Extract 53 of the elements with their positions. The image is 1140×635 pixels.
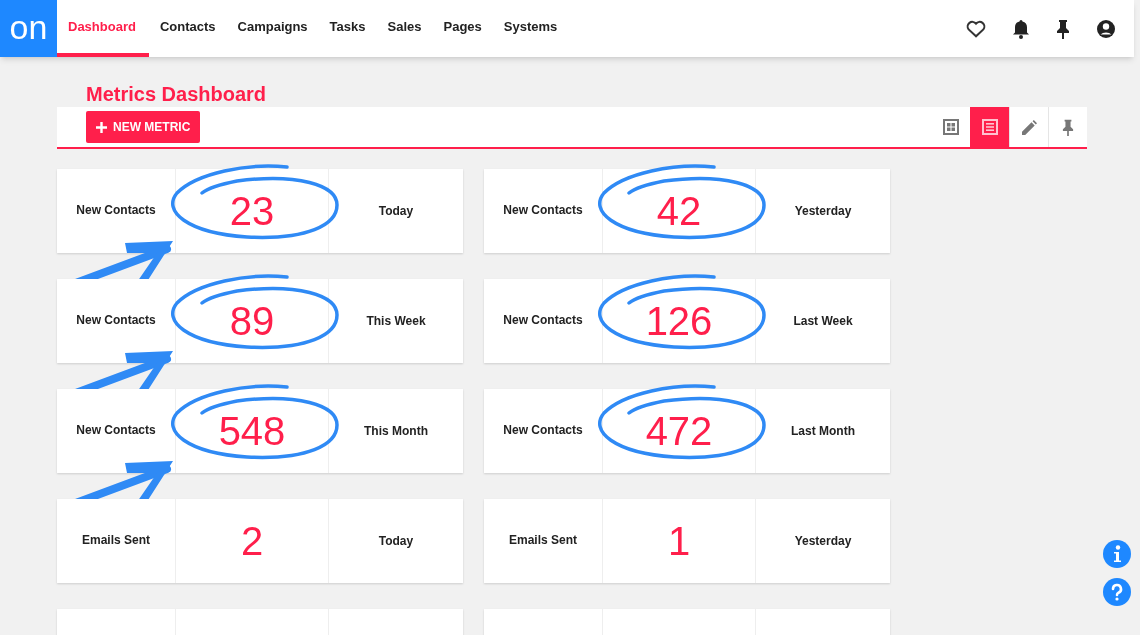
metric-label: New Contacts [76, 422, 156, 439]
metric-card[interactable]: New Contacts 548 This Month [57, 389, 463, 473]
metric-label: New Contacts [76, 202, 156, 219]
metric-period: Last Month [791, 423, 855, 440]
metric-label: New Contacts [503, 312, 583, 329]
metric-card[interactable]: New Contacts 472 Last Month [484, 389, 890, 473]
metric-value: 1 [667, 518, 691, 565]
nav-tab[interactable]: Systems [492, 0, 569, 57]
metric-value: 89 [229, 298, 275, 345]
metric-period: Last Week [793, 313, 853, 330]
metric-period: Yesterday [794, 203, 852, 220]
list-view-icon [981, 119, 998, 135]
metric-label: New Contacts [503, 422, 583, 439]
metric-card[interactable]: New Contacts 23 Today [57, 169, 463, 253]
metric-value: 126 [645, 298, 713, 345]
nav-tab[interactable]: Contacts [148, 0, 227, 57]
metric-period: This Week [366, 313, 426, 330]
metric-card[interactable]: Emails Sent 1 Yesterday [484, 499, 890, 583]
metric-card[interactable]: New Contacts 89 This Week [57, 279, 463, 363]
grid-view-icon [942, 119, 959, 135]
new-metric-button[interactable]: NEW METRIC [86, 111, 201, 143]
bell-icon[interactable] [1012, 18, 1030, 39]
pin-icon [1062, 118, 1074, 136]
view-button[interactable] [970, 107, 1009, 147]
metric-value: 23 [229, 188, 275, 235]
metric-value: 42 [656, 188, 702, 235]
metric-period: Yesterday [794, 533, 852, 550]
pin-icon[interactable] [1056, 18, 1070, 39]
metric-card[interactable]: New Contacts 42 Yesterday [484, 169, 890, 253]
metric-value: 2 [240, 518, 264, 565]
info-icon[interactable] [1103, 540, 1131, 568]
nav-tab[interactable]: Sales [376, 0, 433, 57]
metric-period: This Month [364, 423, 428, 440]
nav-tab[interactable]: Dashboard [57, 0, 149, 57]
metric-period: Today [378, 533, 414, 550]
metric-label: New Contacts [503, 202, 583, 219]
metric-label: Emails Sent [509, 532, 577, 549]
help-icon[interactable] [1103, 578, 1131, 606]
account-icon[interactable] [1096, 18, 1116, 39]
metric-label: Emails Sent [82, 532, 150, 549]
metric-period: Today [378, 203, 414, 220]
pencil-icon [1021, 119, 1037, 135]
metric-label: New Contacts [76, 312, 156, 329]
page-title: Metrics Dashboard [86, 83, 267, 105]
metric-value: 548 [218, 408, 286, 455]
metric-card[interactable]: Emails Sent 2 Today [57, 499, 463, 583]
nav-tab[interactable]: Pages [432, 0, 493, 57]
plus-icon [96, 121, 107, 133]
metric-card[interactable]: New Contacts 126 Last Week [484, 279, 890, 363]
heart-icon[interactable] [966, 19, 986, 38]
nav-tab[interactable]: Campaigns [226, 0, 319, 57]
metric-value: 472 [645, 408, 713, 455]
nav-tab[interactable]: Tasks [318, 0, 377, 57]
